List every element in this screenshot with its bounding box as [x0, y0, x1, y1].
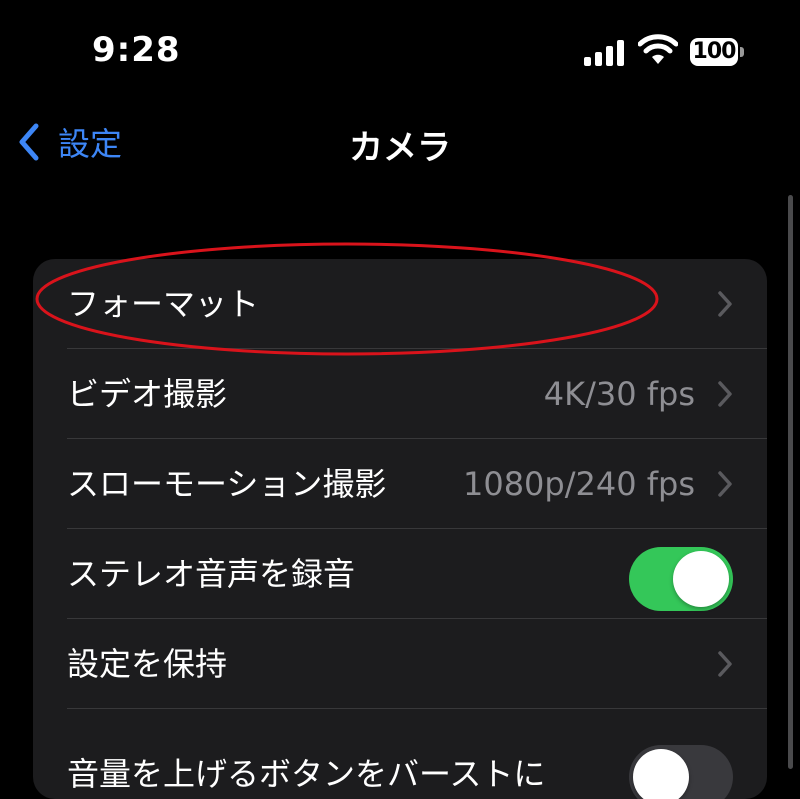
status-bar: 9:28 100	[0, 0, 800, 100]
chevron-right-icon	[718, 651, 732, 677]
row-preserve-settings[interactable]: 設定を保持	[33, 619, 767, 709]
row-stereo-audio: ステレオ音声を録音	[33, 529, 767, 619]
battery-level: 100	[690, 38, 738, 66]
row-label: ビデオ撮影	[67, 375, 228, 413]
row-value: 1080p/240 fps	[462, 465, 695, 503]
scrollbar[interactable]	[788, 195, 793, 769]
row-label: スローモーション撮影	[67, 465, 387, 503]
row-slow-motion[interactable]: スローモーション撮影 1080p/240 fps	[33, 439, 767, 529]
row-label: 設定を保持	[67, 645, 228, 683]
row-label: 音量を上げるボタンをバーストに	[67, 755, 546, 793]
row-value: 4K/30 fps	[543, 375, 695, 413]
row-video-recording[interactable]: ビデオ撮影 4K/30 fps	[33, 349, 767, 439]
chevron-right-icon	[718, 471, 732, 497]
navigation-bar: 設定 カメラ	[0, 100, 800, 180]
status-time: 9:28	[92, 30, 181, 70]
chevron-right-icon	[718, 291, 732, 317]
chevron-right-icon	[718, 381, 732, 407]
volume-burst-toggle[interactable]	[629, 745, 733, 799]
settings-group: フォーマット ビデオ撮影 4K/30 fps スローモーション撮影 1080p/…	[33, 259, 767, 799]
page-title: カメラ	[349, 128, 451, 168]
cellular-signal-icon	[584, 40, 628, 66]
battery-icon: 100	[690, 38, 744, 66]
row-format[interactable]: フォーマット	[33, 259, 767, 349]
stereo-audio-toggle[interactable]	[629, 547, 733, 611]
row-label: ステレオ音声を録音	[67, 555, 356, 593]
row-label: フォーマット	[67, 285, 260, 323]
wifi-icon	[638, 34, 678, 64]
row-volume-burst: 音量を上げるボタンをバーストに	[33, 709, 767, 799]
